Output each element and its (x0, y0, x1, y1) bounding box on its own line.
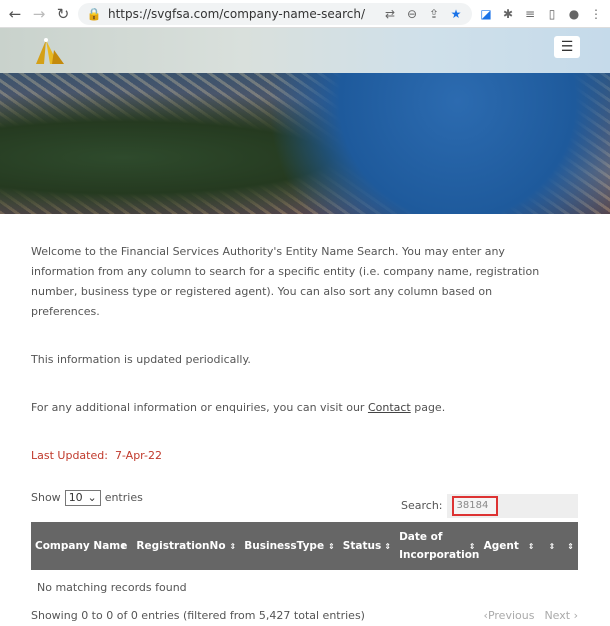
empty-message: No matching records found (37, 581, 187, 594)
reload-icon[interactable]: ↻ (54, 5, 72, 23)
contact-text: For any additional information or enquir… (31, 401, 368, 414)
previous-button[interactable]: ‹Previous (484, 606, 535, 626)
sort-icon: ⇕ (119, 542, 127, 551)
previous-label: Previous (487, 609, 535, 622)
column-date-of-incorporation[interactable]: Date of Incorporation ⇕ (395, 522, 480, 570)
sort-icon: ⇕ (468, 542, 476, 551)
browser-toolbar: ← → ↻ 🔒 https://svgfsa.com/company-name-… (0, 0, 610, 28)
url-text: https://svgfsa.com/company-name-search/ (108, 6, 365, 21)
sort-icon: ⇕ (328, 541, 335, 551)
column-extra-1[interactable]: ⇕ (540, 522, 560, 570)
back-icon[interactable]: ← (6, 5, 24, 23)
column-label: RegistrationNo (136, 539, 226, 552)
column-registration-no[interactable]: RegistrationNo ⇕ (132, 522, 241, 570)
column-company-name[interactable]: Company Name ⇕ (31, 522, 133, 570)
entries-label: entries (104, 491, 143, 504)
entries-select[interactable]: 10 ⌄ (64, 490, 101, 506)
column-extra-2[interactable]: ⇕ (559, 522, 578, 570)
column-label: BusinessType (244, 539, 325, 552)
main-content: Welcome to the Financial Services Author… (0, 214, 610, 626)
bookmark-star-icon[interactable]: ★ (448, 7, 464, 21)
sort-icon: ⇕ (548, 541, 556, 551)
sort-icon: ⇕ (384, 542, 392, 551)
sort-icon: ⇕ (567, 541, 574, 551)
last-updated-value: 7-Apr-22 (114, 449, 162, 462)
search-control: Search: 38184 (401, 494, 578, 518)
chevron-down-icon: ⌄ (87, 491, 97, 504)
column-label: Date of Incorporation (399, 531, 480, 561)
column-label: Company Name (35, 540, 128, 552)
contact-text-end: page. (410, 401, 446, 414)
logo-icon[interactable] (32, 36, 66, 66)
search-input[interactable]: 38184 (451, 496, 498, 516)
side-panel-icon[interactable]: ▯ (544, 7, 560, 21)
sort-icon: ⇕ (229, 541, 237, 551)
column-agent[interactable]: Agent ⇕ (479, 522, 541, 570)
last-updated: Last Updated: 7-Apr-22 (31, 446, 556, 466)
contact-link[interactable]: Contact (368, 401, 411, 414)
intro-paragraph: Welcome to the Financial Services Author… (31, 245, 540, 318)
zoom-icon[interactable]: ⊖ (404, 7, 420, 21)
table-row: No matching records found (31, 570, 578, 606)
column-label: Status (342, 540, 382, 552)
contact-note: For any additional information or enquir… (31, 398, 556, 418)
column-business-type[interactable]: BusinessType ⇕ (240, 522, 339, 570)
column-label: Agent (483, 540, 519, 552)
sort-icon: ⇕ (527, 542, 535, 551)
lock-icon: 🔒 (86, 6, 102, 21)
pagination: ‹Previous Next › (484, 606, 578, 626)
translate-icon[interactable]: ⇄ (382, 7, 398, 21)
puzzle-icon[interactable]: ✱ (500, 7, 516, 21)
entity-table: Company Name ⇕ RegistrationNo ⇕ BusinessTy… (31, 522, 578, 606)
share-icon[interactable]: ⇪ (426, 7, 442, 21)
next-button[interactable]: Next › (544, 606, 578, 626)
site-header: ☰ (0, 28, 610, 73)
show-label: Show (31, 491, 61, 504)
update-note: This information is updated periodically… (31, 353, 251, 366)
reading-list-icon[interactable]: ≡ (522, 7, 538, 21)
profile-avatar-icon[interactable]: ● (566, 7, 582, 21)
entries-control: Show 10 ⌄ entries (31, 488, 143, 508)
entries-value: 10 (68, 491, 83, 504)
table-info: Showing 0 to 0 of 0 entries (filtered fr… (31, 609, 365, 622)
next-label: Next (544, 609, 571, 622)
forward-icon[interactable]: → (30, 5, 48, 23)
more-menu-icon[interactable]: ⋮ (588, 7, 604, 21)
search-label: Search: (401, 494, 447, 518)
last-updated-label: Last Updated: (31, 449, 108, 462)
column-status[interactable]: Status ⇕ (338, 522, 396, 570)
address-bar[interactable]: 🔒 https://svgfsa.com/company-name-search… (78, 2, 472, 25)
menu-icon[interactable]: ☰ (554, 36, 580, 58)
hero-image (0, 73, 610, 214)
extension-icon[interactable]: ◪ (478, 7, 494, 21)
